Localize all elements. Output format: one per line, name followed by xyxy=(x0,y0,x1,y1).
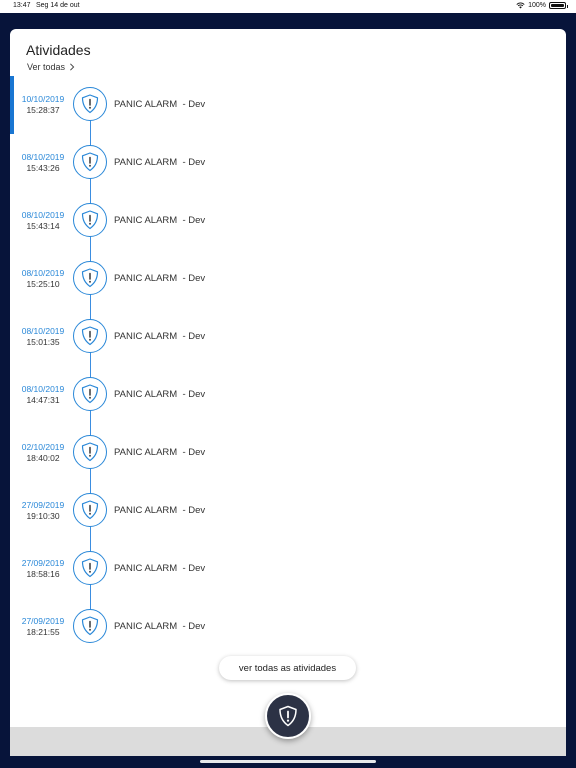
shield-alert-icon xyxy=(81,326,99,346)
activity-date: 08/10/2019 xyxy=(21,326,65,336)
activity-time: 15:01:35 xyxy=(26,337,60,347)
shield-alert-icon xyxy=(81,500,99,520)
shield-alert-icon xyxy=(81,616,99,636)
activity-time: 15:43:14 xyxy=(26,221,60,231)
status-bar: 13:47 Seg 14 de out 100% xyxy=(0,0,576,13)
home-indicator xyxy=(200,760,376,763)
shield-alert-icon xyxy=(81,94,99,114)
activity-label: PANIC ALARM - Dev xyxy=(114,215,206,226)
battery-percent: 100% xyxy=(528,2,546,9)
shield-alert-icon xyxy=(81,268,99,288)
activity-date: 02/10/2019 xyxy=(21,442,65,452)
activity-icon-circle xyxy=(73,377,107,411)
activity-label: PANIC ALARM - Dev xyxy=(114,99,206,110)
activity-icon-circle xyxy=(73,145,107,179)
status-time: 13:47 xyxy=(13,2,31,9)
status-date: Seg 14 de out xyxy=(36,2,80,9)
activity-label: PANIC ALARM - Dev xyxy=(114,621,206,632)
activity-icon-circle xyxy=(73,551,107,585)
shield-alert-icon xyxy=(81,152,99,172)
activity-icon-circle xyxy=(73,203,107,237)
activity-time: 15:25:10 xyxy=(26,279,60,289)
activity-time: 18:21:55 xyxy=(26,627,60,637)
activity-label: PANIC ALARM - Dev xyxy=(114,389,206,400)
battery-icon xyxy=(549,2,568,9)
status-right: 100% xyxy=(516,2,568,9)
activity-row[interactable]: 08/10/2019 15:25:10 PANIC ALARM - Dev xyxy=(10,250,566,308)
all-activities-button[interactable]: ver todas as atividades xyxy=(219,656,356,680)
activity-row[interactable]: 08/10/2019 15:43:26 PANIC ALARM - Dev xyxy=(10,134,566,192)
panic-button[interactable] xyxy=(265,693,311,739)
nav-bar xyxy=(0,13,576,29)
activity-label: PANIC ALARM - Dev xyxy=(114,563,206,574)
activity-icon-circle xyxy=(73,435,107,469)
activity-date: 27/09/2019 xyxy=(21,616,65,626)
page-title: Atividades xyxy=(26,42,91,58)
activity-date: 08/10/2019 xyxy=(21,210,65,220)
activity-row[interactable]: 08/10/2019 15:01:35 PANIC ALARM - Dev xyxy=(10,308,566,366)
activity-time: 15:43:26 xyxy=(26,163,60,173)
activity-time: 14:47:31 xyxy=(26,395,60,405)
activity-row[interactable]: 08/10/2019 14:47:31 PANIC ALARM - Dev xyxy=(10,366,566,424)
activity-icon-circle xyxy=(73,493,107,527)
activity-label: PANIC ALARM - Dev xyxy=(114,505,206,516)
shield-alert-icon xyxy=(279,705,297,727)
activity-icon-circle xyxy=(73,87,107,121)
activity-time: 18:58:16 xyxy=(26,569,60,579)
activities-card: Atividades Ver todas 10/10/2019 15:28:37 P… xyxy=(10,29,566,727)
activity-label: PANIC ALARM - Dev xyxy=(114,273,206,284)
activity-row[interactable]: 27/09/2019 19:10:30 PANIC ALARM - Dev xyxy=(10,482,566,540)
activity-time: 15:28:37 xyxy=(26,105,60,115)
activity-label: PANIC ALARM - Dev xyxy=(114,331,206,342)
activity-date: 27/09/2019 xyxy=(21,558,65,568)
activity-row[interactable]: 02/10/2019 18:40:02 PANIC ALARM - Dev xyxy=(10,424,566,482)
see-all-label: Ver todas xyxy=(27,62,66,72)
activity-date: 08/10/2019 xyxy=(21,268,65,278)
activity-time: 19:10:30 xyxy=(26,511,60,521)
activity-date: 08/10/2019 xyxy=(21,384,65,394)
shield-alert-icon xyxy=(81,442,99,462)
activity-label: PANIC ALARM - Dev xyxy=(114,157,206,168)
activity-row[interactable]: 27/09/2019 18:58:16 PANIC ALARM - Dev xyxy=(10,540,566,598)
activity-icon-circle xyxy=(73,319,107,353)
activity-label: PANIC ALARM - Dev xyxy=(114,447,206,458)
chevron-right-icon xyxy=(70,63,75,71)
shield-alert-icon xyxy=(81,558,99,578)
activity-time: 18:40:02 xyxy=(26,453,60,463)
shield-alert-icon xyxy=(81,384,99,404)
activity-row[interactable]: 08/10/2019 15:43:14 PANIC ALARM - Dev xyxy=(10,192,566,250)
shield-alert-icon xyxy=(81,210,99,230)
activity-icon-circle xyxy=(73,609,107,643)
see-all-link[interactable]: Ver todas xyxy=(27,62,75,72)
wifi-icon xyxy=(516,2,525,9)
activity-row[interactable]: 27/09/2019 18:21:55 PANIC ALARM - Dev xyxy=(10,598,566,656)
activity-row[interactable]: 10/10/2019 15:28:37 PANIC ALARM - Dev xyxy=(10,76,566,134)
activity-date: 10/10/2019 xyxy=(21,94,65,104)
activity-icon-circle xyxy=(73,261,107,295)
activity-date: 08/10/2019 xyxy=(21,152,65,162)
activity-date: 27/09/2019 xyxy=(21,500,65,510)
